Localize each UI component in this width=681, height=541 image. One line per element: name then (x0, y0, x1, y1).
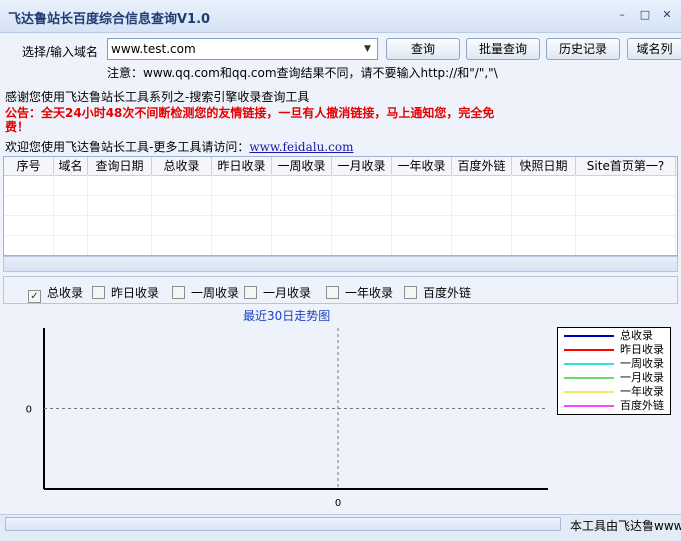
domain-list-button[interactable]: 域名列 (627, 38, 681, 60)
results-table[interactable]: 序号 域名 查询日期 总收录 昨日收录 一周收录 一月收录 一年收录 百度外链 快照日期 Site首… (3, 156, 678, 256)
series-checkbox[interactable]: 百度外链 (404, 284, 472, 300)
checkbox-label: 一年收录 (345, 286, 394, 300)
series-checkbox[interactable]: 一周收录 (172, 284, 240, 300)
checkbox-icon[interactable] (244, 286, 257, 299)
thanks-text: 感谢您使用飞达鲁站长工具系列之-搜索引擎收录查询工具 (5, 90, 310, 104)
legend-label: 百度外链 (620, 399, 664, 412)
status-text: 本工具由飞达鲁www (570, 519, 681, 533)
column-header[interactable]: 总收录 (152, 157, 212, 175)
column-header[interactable]: 序号 (4, 157, 54, 175)
window-title: 飞达鲁站长百度综合信息查询V1.0 (8, 12, 211, 27)
welcome-text: 欢迎您使用飞达鲁站长工具-更多工具请访问： (5, 140, 250, 154)
legend-item: 总收录 (562, 329, 668, 343)
checkbox-label: 百度外链 (423, 286, 472, 300)
checkbox-label: 昨日收录 (111, 286, 160, 300)
website-link[interactable]: www.feidalu.com (249, 140, 353, 154)
legend-swatch (564, 377, 614, 379)
checkbox-icon[interactable]: ✓ (28, 290, 41, 303)
column-header[interactable]: 百度外链 (452, 157, 512, 175)
column-header[interactable]: 一周收录 (272, 157, 332, 175)
progress-bar (5, 517, 561, 531)
series-checkbox-panel: ✓ 总收录 昨日收录 一周收录 一月收录 一年收录 百度外链 (3, 276, 678, 304)
horizontal-scrollbar[interactable] (3, 256, 678, 272)
column-header[interactable]: 一月收录 (332, 157, 392, 175)
column-header[interactable]: Site首页第一? (576, 157, 676, 175)
title-bar: 飞达鲁站长百度综合信息查询V1.0 – □ ✕ (0, 0, 681, 33)
batch-query-button[interactable]: 批量查询 (466, 38, 540, 60)
legend-swatch (564, 335, 614, 337)
legend-label: 一周收录 (620, 357, 664, 370)
legend-label: 昨日收录 (620, 343, 664, 356)
minimize-icon[interactable]: – (614, 8, 630, 22)
checkbox-icon[interactable] (172, 286, 185, 299)
maximize-icon[interactable]: □ (637, 8, 653, 22)
column-header[interactable]: 昨日收录 (212, 157, 272, 175)
notice-text: 公告：全天24小时48次不间断检测您的友情链接，一旦有人撤消链接，马上通知您，完… (5, 106, 495, 134)
table-header: 序号 域名 查询日期 总收录 昨日收录 一周收录 一月收录 一年收录 百度外链 快照日期 Site首… (4, 157, 677, 176)
query-button[interactable]: 查询 (386, 38, 460, 60)
history-button[interactable]: 历史记录 (546, 38, 620, 60)
legend-item: 百度外链 (562, 399, 668, 413)
close-icon[interactable]: ✕ (659, 8, 675, 22)
legend-item: 一月收录 (562, 371, 668, 385)
domain-combobox[interactable]: ▼ (107, 38, 378, 60)
series-checkbox[interactable]: 昨日收录 (92, 284, 160, 300)
domain-label: 选择/输入域名 (22, 45, 99, 59)
chart-legend: 总收录 昨日收录 一周收录 一月收录 一年收录 百度外链 (557, 327, 671, 415)
legend-swatch (564, 349, 614, 351)
checkbox-icon[interactable] (326, 286, 339, 299)
y-tick-label: 0 (26, 405, 32, 416)
column-header[interactable]: 查询日期 (88, 157, 152, 175)
x-tick-label: 0 (335, 498, 341, 509)
grid-divider (4, 215, 677, 216)
legend-label: 一月收录 (620, 371, 664, 384)
series-checkbox[interactable]: 一年收录 (326, 284, 394, 300)
checkbox-label: 总收录 (47, 286, 84, 300)
series-checkbox[interactable]: 一月收录 (244, 284, 312, 300)
legend-item: 昨日收录 (562, 343, 668, 357)
legend-swatch (564, 405, 614, 407)
checkbox-label: 一月收录 (263, 286, 312, 300)
column-header[interactable]: 域名 (54, 157, 88, 175)
series-checkbox[interactable]: ✓ 总收录 (28, 284, 84, 303)
column-header[interactable]: 一年收录 (392, 157, 452, 175)
legend-item: 一周收录 (562, 357, 668, 371)
legend-item: 一年收录 (562, 385, 668, 399)
legend-label: 一年收录 (620, 385, 664, 398)
checkbox-icon[interactable] (92, 286, 105, 299)
checkbox-icon[interactable] (404, 286, 417, 299)
column-header[interactable]: 快照日期 (512, 157, 576, 175)
note-text: 注意：www.qq.com和qq.com查询结果不同，请不要输入http://和… (107, 66, 498, 80)
domain-input[interactable] (111, 41, 351, 57)
legend-label: 总收录 (620, 329, 653, 342)
checkbox-label: 一周收录 (191, 286, 240, 300)
chevron-down-icon[interactable]: ▼ (359, 40, 376, 58)
grid-divider (4, 195, 677, 196)
welcome-line: 欢迎您使用飞达鲁站长工具-更多工具请访问：www.feidalu.com (5, 138, 353, 155)
legend-swatch (564, 363, 614, 365)
legend-swatch (564, 391, 614, 393)
grid-divider (4, 235, 677, 236)
